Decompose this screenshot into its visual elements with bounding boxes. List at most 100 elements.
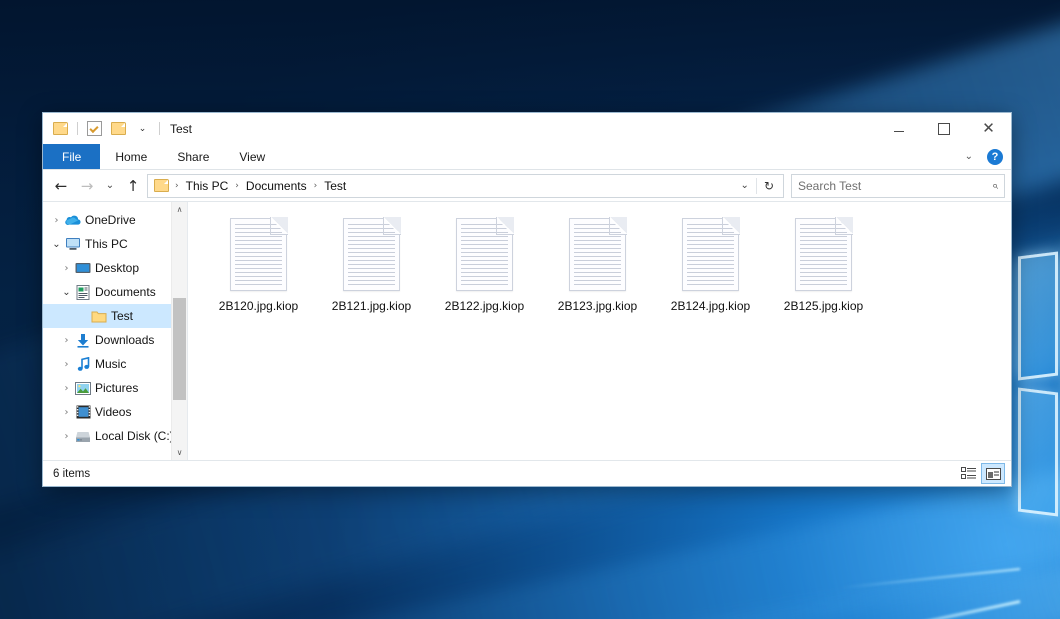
documents-icon [74, 285, 92, 300]
file-list-view[interactable]: 2B120.jpg.kiop 2B121.jpg.kiop 2B122.jpg.ki… [187, 202, 1011, 460]
ribbon-right-controls: ⌄ ? [959, 144, 1007, 169]
sidebar-item-local-disk-c[interactable]: › Local Disk (C:) [43, 424, 187, 448]
sidebar-item-test[interactable]: Test [43, 304, 187, 328]
folder-icon [90, 310, 108, 323]
search-box[interactable]: Search Test ⌕ [791, 174, 1005, 198]
chevron-right-icon[interactable]: › [49, 215, 64, 226]
sidebar-item-label: This PC [82, 237, 128, 251]
generic-document-icon[interactable] [343, 218, 400, 291]
chevron-right-icon[interactable]: › [59, 263, 74, 274]
large-icons-view-button[interactable] [981, 463, 1005, 484]
breadcrumb-this-pc[interactable]: This PC [183, 179, 232, 193]
file-item[interactable]: 2B124.jpg.kiop [654, 214, 767, 313]
chevron-down-icon[interactable]: ⌄ [49, 239, 64, 250]
breadcrumb-test[interactable]: Test [321, 179, 349, 193]
tab-file[interactable]: File [43, 144, 100, 169]
chevron-right-icon[interactable]: › [59, 431, 74, 442]
sidebar-item-onedrive[interactable]: ›OneDrive [43, 208, 187, 232]
file-item[interactable]: 2B120.jpg.kiop [202, 214, 315, 313]
expand-ribbon-chevron-down-icon[interactable]: ⌄ [959, 151, 979, 162]
up-button[interactable]: ↑ [121, 174, 145, 198]
downloads-icon [74, 333, 92, 348]
logo-pane [1018, 252, 1058, 381]
status-bar: 6 items [43, 460, 1011, 486]
file-item[interactable]: 2B123.jpg.kiop [541, 214, 654, 313]
sidebar-item-this-pc[interactable]: ⌄ This PC [43, 232, 187, 256]
file-name-label: 2B120.jpg.kiop [219, 299, 298, 313]
desktop-background: ⌄ Test ✕ File Home Share View ⌄ ? ← [0, 0, 1060, 619]
checkbox-toggle-icon[interactable] [84, 118, 105, 139]
sidebar-item-downloads[interactable]: › Downloads [43, 328, 187, 352]
sidebar-item-label: Downloads [92, 333, 154, 347]
tab-home[interactable]: Home [100, 144, 162, 169]
file-name-label: 2B123.jpg.kiop [558, 299, 637, 313]
scroll-up-arrow-icon[interactable]: ∧ [172, 202, 187, 217]
file-name-label: 2B124.jpg.kiop [671, 299, 750, 313]
forward-button[interactable]: → [75, 174, 99, 198]
refresh-icon[interactable]: ↻ [757, 179, 781, 193]
chevron-down-icon[interactable]: ⌄ [59, 287, 74, 298]
file-explorer-window: ⌄ Test ✕ File Home Share View ⌄ ? ← [42, 112, 1012, 487]
sidebar-item-documents[interactable]: ⌄ Documents [43, 280, 187, 304]
sidebar-item-label: Pictures [92, 381, 138, 395]
new-folder-icon[interactable] [108, 118, 129, 139]
generic-document-icon[interactable] [230, 218, 287, 291]
search-input[interactable]: Search Test [798, 179, 992, 193]
navigation-tree: ›OneDrive⌄This PC›Desktop⌄DocumentsTest›… [43, 208, 187, 448]
file-item[interactable]: 2B121.jpg.kiop [315, 214, 428, 313]
back-button[interactable]: ← [49, 174, 73, 198]
generic-document-icon[interactable] [569, 218, 626, 291]
sidebar-item-label: Videos [92, 405, 131, 419]
close-button[interactable]: ✕ [966, 113, 1011, 144]
large-icons-view-icon [986, 468, 1001, 480]
sidebar-item-label: Local Disk (C:) [92, 429, 174, 443]
file-item[interactable]: 2B122.jpg.kiop [428, 214, 541, 313]
file-name-label: 2B122.jpg.kiop [445, 299, 524, 313]
address-dropdown-chevron-down-icon[interactable]: ⌄ [734, 180, 756, 191]
minimize-button[interactable] [876, 113, 921, 144]
sidebar-item-pictures[interactable]: › Pictures [43, 376, 187, 400]
navigation-scrollbar[interactable]: ∧ ∨ [171, 202, 187, 460]
chevron-right-icon[interactable]: › [59, 407, 74, 418]
address-bar[interactable]: › This PC › Documents › Test ⌄ ↻ [147, 174, 784, 198]
onedrive-icon [64, 214, 82, 226]
breadcrumb-separator: › [231, 181, 243, 191]
help-button[interactable]: ? [987, 149, 1003, 165]
chevron-right-icon[interactable]: › [59, 359, 74, 370]
windows-logo [1014, 238, 1060, 548]
sidebar-item-music[interactable]: › Music [43, 352, 187, 376]
sidebar-item-label: Music [92, 357, 126, 371]
breadcrumb-documents[interactable]: Documents [243, 179, 310, 193]
generic-document-icon[interactable] [456, 218, 513, 291]
toolbar-divider [159, 122, 160, 135]
sidebar-item-desktop[interactable]: › Desktop [43, 256, 187, 280]
music-icon [74, 357, 92, 372]
chevron-right-icon[interactable]: › [59, 335, 74, 346]
chevron-right-icon[interactable]: › [59, 383, 74, 394]
details-view-button[interactable] [957, 464, 979, 483]
folder-properties-icon[interactable] [50, 118, 71, 139]
navigation-pane: ›OneDrive⌄This PC›Desktop⌄DocumentsTest›… [43, 202, 187, 460]
sidebar-item-videos[interactable]: › Videos [43, 400, 187, 424]
title-bar: ⌄ Test ✕ [43, 113, 1011, 144]
desktop-icon [74, 262, 92, 275]
generic-document-icon[interactable] [682, 218, 739, 291]
recent-locations-chevron-down-icon[interactable]: ⌄ [101, 174, 119, 198]
customize-quick-access-caret[interactable]: ⌄ [132, 118, 153, 139]
sidebar-item-label: Documents [92, 285, 156, 299]
item-count-label: 6 items [53, 468, 90, 480]
generic-document-icon[interactable] [795, 218, 852, 291]
pictures-icon [74, 382, 92, 395]
maximize-button[interactable] [921, 113, 966, 144]
window-title: Test [170, 122, 192, 136]
file-name-label: 2B121.jpg.kiop [332, 299, 411, 313]
breadcrumb-separator: › [310, 181, 322, 191]
scrollbar-thumb[interactable] [173, 298, 186, 400]
tab-view[interactable]: View [224, 144, 280, 169]
explorer-body: ›OneDrive⌄This PC›Desktop⌄DocumentsTest›… [43, 201, 1011, 460]
sidebar-item-label: Desktop [92, 261, 139, 275]
scroll-down-arrow-icon[interactable]: ∨ [172, 445, 187, 460]
file-item[interactable]: 2B125.jpg.kiop [767, 214, 880, 313]
search-icon[interactable]: ⌕ [992, 179, 998, 193]
tab-share[interactable]: Share [162, 144, 224, 169]
